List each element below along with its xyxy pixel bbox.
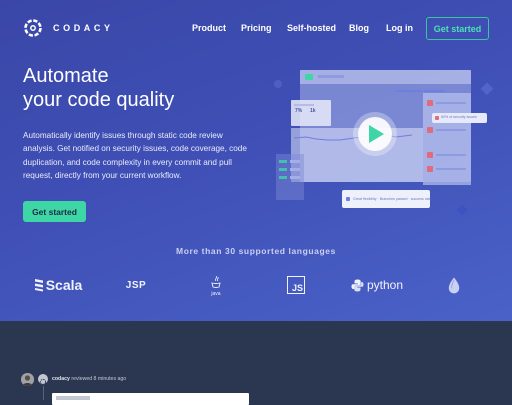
mockup-security-note: 60% of security issues: [441, 115, 477, 119]
language-jsp: JSP: [121, 272, 151, 298]
language-scala: Scala: [32, 272, 84, 298]
brand-logo[interactable]: CODACY: [23, 18, 114, 38]
brand-name: CODACY: [53, 23, 114, 33]
codacy-logo-icon: [24, 19, 42, 37]
nav-link-pricing[interactable]: Pricing: [241, 23, 272, 33]
headline-line-1: Automate: [23, 65, 109, 87]
review-comment-card[interactable]: [52, 393, 249, 405]
review-action: reviewed 8 minutes ago: [71, 376, 127, 382]
language-python: python: [348, 272, 406, 298]
top-nav: CODACY Product Pricing Self-hosted Blog …: [0, 0, 512, 56]
language-jsp-label: JSP: [125, 279, 147, 291]
scala-icon: [34, 279, 43, 292]
nav-link-self-hosted[interactable]: Self-hosted: [287, 23, 336, 33]
nav-link-product[interactable]: Product: [192, 23, 226, 33]
thread-connector: [43, 386, 44, 400]
review-card-placeholder: [56, 396, 90, 400]
hero-get-started-button[interactable]: Get started: [23, 201, 86, 222]
user-avatar: [21, 373, 34, 386]
user-avatar-icon: [21, 373, 34, 386]
nav-link-blog[interactable]: Blog: [349, 23, 369, 33]
language-java-label: java: [211, 290, 221, 297]
mockup-notification: Great flexibility · Branches passed · su…: [353, 197, 431, 201]
hero-section: CODACY Product Pricing Self-hosted Blog …: [0, 0, 512, 321]
language-scala-label: Scala: [45, 277, 83, 293]
product-mockup: 7% 1k 60% of security issues Great flexi…: [258, 64, 510, 224]
nav-get-started-button[interactable]: Get started: [426, 17, 489, 40]
python-icon: [351, 279, 364, 291]
mockup-metric-1: 7%: [295, 108, 303, 114]
java-cup-icon: [211, 275, 221, 288]
review-status: codacy reviewed 8 minutes ago: [52, 376, 126, 382]
language-elixir: [446, 272, 462, 298]
hero-headline: Automate your code quality: [23, 64, 263, 112]
hero-description: Automatically identify issues through st…: [23, 131, 247, 180]
review-user: codacy: [52, 376, 70, 382]
language-java: java: [204, 274, 228, 298]
codacy-bot-icon: [38, 374, 48, 386]
language-python-label: python: [366, 278, 404, 292]
language-js-label: JS: [287, 276, 305, 294]
mockup-metric-2: 1k: [310, 108, 316, 114]
nav-link-login[interactable]: Log in: [386, 23, 413, 33]
headline-line-2: your code quality: [23, 89, 175, 111]
language-js: JS: [286, 272, 306, 298]
languages-title: More than 30 supported languages: [176, 246, 336, 256]
elixir-drop-icon: [448, 277, 460, 293]
activity-section: [0, 321, 512, 400]
